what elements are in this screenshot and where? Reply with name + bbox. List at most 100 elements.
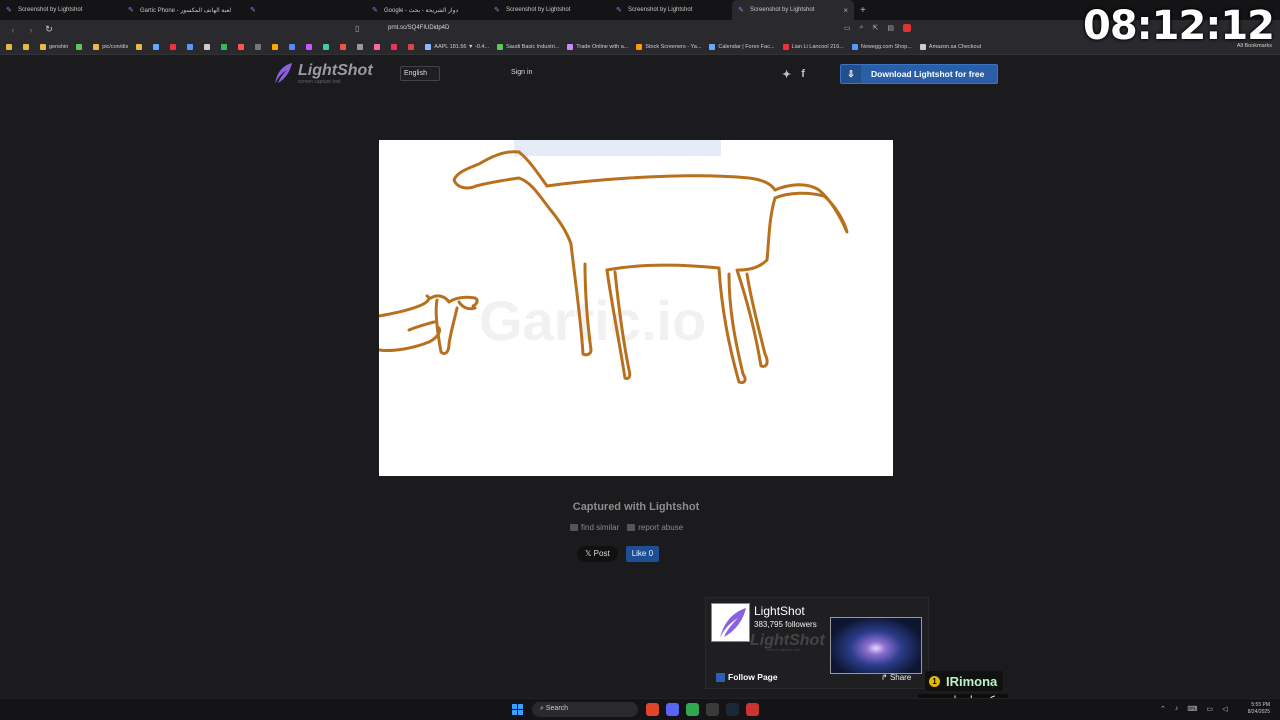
bookmark-item[interactable] <box>323 43 332 50</box>
keyboard-icon[interactable]: ⌨ <box>1187 705 1197 713</box>
bookmark-item[interactable] <box>391 43 400 50</box>
xbox-icon[interactable] <box>686 703 699 716</box>
flag-icon <box>627 524 636 532</box>
browser-tab[interactable]: ✎ Screenshot by Lightshot <box>610 0 732 20</box>
bookmark-item[interactable] <box>153 43 162 50</box>
bookmark-item[interactable] <box>238 43 247 50</box>
bookmark-item[interactable] <box>221 43 230 50</box>
site-favicon-icon <box>391 43 398 50</box>
bookmark-item[interactable] <box>306 43 315 50</box>
find-similar-link[interactable]: find similar <box>570 523 619 532</box>
bookmark-item[interactable] <box>6 43 15 50</box>
x-app-icon[interactable] <box>706 703 719 716</box>
browser-tab[interactable]: ✎ Gartic Phone - لعبة الهاتف المكسور <box>122 0 244 20</box>
x-post-button[interactable]: 𝕏 Post <box>577 546 618 562</box>
site-favicon-icon <box>153 43 160 50</box>
browser-tab[interactable]: ✎ Google - دوار الشريحة - بحث <box>366 0 488 20</box>
tab-favicon-icon: ✎ <box>616 6 622 14</box>
bookmark-item[interactable] <box>136 43 145 50</box>
site-favicon-icon <box>255 43 262 50</box>
site-favicon-icon <box>919 43 926 50</box>
tab-label: Screenshot by Lightshot <box>628 7 693 13</box>
bookmark-item[interactable]: Newegg.com Shop... <box>851 43 912 50</box>
share-button[interactable]: ↱ Share <box>881 673 911 682</box>
forward-icon[interactable]: › <box>26 25 36 35</box>
site-favicon-icon <box>204 43 211 50</box>
bookmark-icon[interactable]: ▯ <box>355 24 359 33</box>
bookmark-item[interactable] <box>272 43 281 50</box>
new-tab-button[interactable]: + <box>860 5 866 16</box>
bookmark-item[interactable]: Stock Screeners - Ya... <box>636 43 701 50</box>
bookmark-item[interactable]: Saudi Basic Industri... <box>497 43 559 50</box>
brave-browser-icon[interactable] <box>646 703 659 716</box>
url-field[interactable]: prnt.sc/SQ4FIUDidp4D <box>388 25 449 31</box>
site-favicon-icon <box>636 43 643 50</box>
bookmark-item[interactable]: Calendar | Forex Fac... <box>709 43 775 50</box>
bookmark-item[interactable] <box>204 43 213 50</box>
bookmark-item[interactable] <box>340 43 349 50</box>
folder-icon <box>136 43 143 50</box>
bookmark-item[interactable] <box>170 43 179 50</box>
bookmark-item[interactable] <box>187 43 196 50</box>
share-icon[interactable]: ⇱ <box>873 24 879 32</box>
browser-tab[interactable]: ✎ Screenshot by Lightshot <box>488 0 610 20</box>
site-favicon-icon <box>782 43 789 50</box>
download-button[interactable]: ⇩ Download Lightshot for free <box>840 64 998 84</box>
bookmark-item[interactable] <box>408 43 417 50</box>
bookmark-item[interactable]: genshin <box>40 43 68 50</box>
install-icon[interactable]: ▭ <box>844 24 851 32</box>
bookmark-item[interactable]: Lian Li Lancool 216... <box>782 43 844 50</box>
taskbar-search-label: Search <box>545 705 569 712</box>
bookmark-item[interactable] <box>76 43 85 50</box>
network-icon[interactable]: ▭ <box>1206 705 1213 713</box>
facebook-like-button[interactable]: Like 0 <box>625 546 660 562</box>
site-favicon-icon <box>408 43 415 50</box>
bookmark-item[interactable] <box>23 43 32 50</box>
tab-label: Google - دوار الشريحة - بحث <box>384 7 459 14</box>
lightshot-logo[interactable]: LightShot screen capture tool <box>272 62 373 86</box>
bookmark-item[interactable] <box>357 43 366 50</box>
taskbar-search[interactable]: ⌕ Search <box>532 702 638 717</box>
signin-link[interactable]: Sign in <box>508 66 535 81</box>
screenshot-image[interactable]: Gartic.io <box>379 140 893 476</box>
taskbar-clock[interactable]: 5:55 PM 8/24/2025 <box>1248 702 1270 716</box>
browser-tab[interactable]: ✎ <box>244 0 366 20</box>
bookmark-label: Lian Li Lancool 216... <box>791 43 844 50</box>
tab-favicon-icon: ✎ <box>250 6 256 14</box>
tab-favicon-icon: ✎ <box>372 6 378 14</box>
translate-icon[interactable]: ▤ <box>887 24 894 32</box>
volume-icon[interactable]: ◁ <box>1222 705 1227 713</box>
bookmark-item[interactable] <box>374 43 383 50</box>
folder-icon <box>23 43 29 50</box>
bookmark-item[interactable]: pic/con/dis <box>93 43 128 50</box>
bookmark-item[interactable] <box>255 43 264 50</box>
reload-icon[interactable]: ↻ <box>44 24 54 35</box>
brave-shield-icon[interactable] <box>903 24 912 32</box>
browser-tab[interactable]: ✎ Screenshot by Lightshot × <box>732 0 854 20</box>
microphone-icon[interactable]: ♪ <box>1175 705 1179 713</box>
bookmark-item[interactable]: AAPL 181.56 ▼ -0.4... <box>425 43 489 50</box>
language-select[interactable]: English <box>400 66 440 81</box>
follow-page-button[interactable]: Follow Page <box>716 672 778 683</box>
bookmark-item[interactable]: Amazon.sa Checkout <box>919 43 981 50</box>
twitter-icon[interactable]: ✦ <box>782 68 791 81</box>
close-tab-icon[interactable]: × <box>843 6 848 15</box>
discord-icon[interactable] <box>666 703 679 716</box>
facebook-icon[interactable]: f <box>801 68 805 81</box>
page-name[interactable]: LightShot <box>754 604 805 618</box>
report-abuse-link[interactable]: report abuse <box>627 523 683 532</box>
zoom-icon[interactable]: ⌕ <box>860 24 864 32</box>
bookmark-item[interactable] <box>289 43 298 50</box>
bookmark-item[interactable]: Trade Online with a... <box>567 43 628 50</box>
back-icon[interactable]: ‹ <box>8 25 18 35</box>
chevron-up-icon[interactable]: ⌃ <box>1160 705 1166 713</box>
site-favicon-icon <box>709 43 716 50</box>
page-avatar[interactable] <box>711 603 750 642</box>
feather-icon <box>275 63 292 84</box>
taskbar-time: 5:55 PM <box>1251 702 1270 708</box>
app-icon[interactable] <box>746 703 759 716</box>
windows-start-icon[interactable] <box>512 704 523 715</box>
tab-label: Gartic Phone - لعبة الهاتف المكسور <box>140 7 232 14</box>
browser-tab[interactable]: ✎ Screenshot by Lightshot <box>0 0 122 20</box>
steam-icon[interactable] <box>726 703 739 716</box>
